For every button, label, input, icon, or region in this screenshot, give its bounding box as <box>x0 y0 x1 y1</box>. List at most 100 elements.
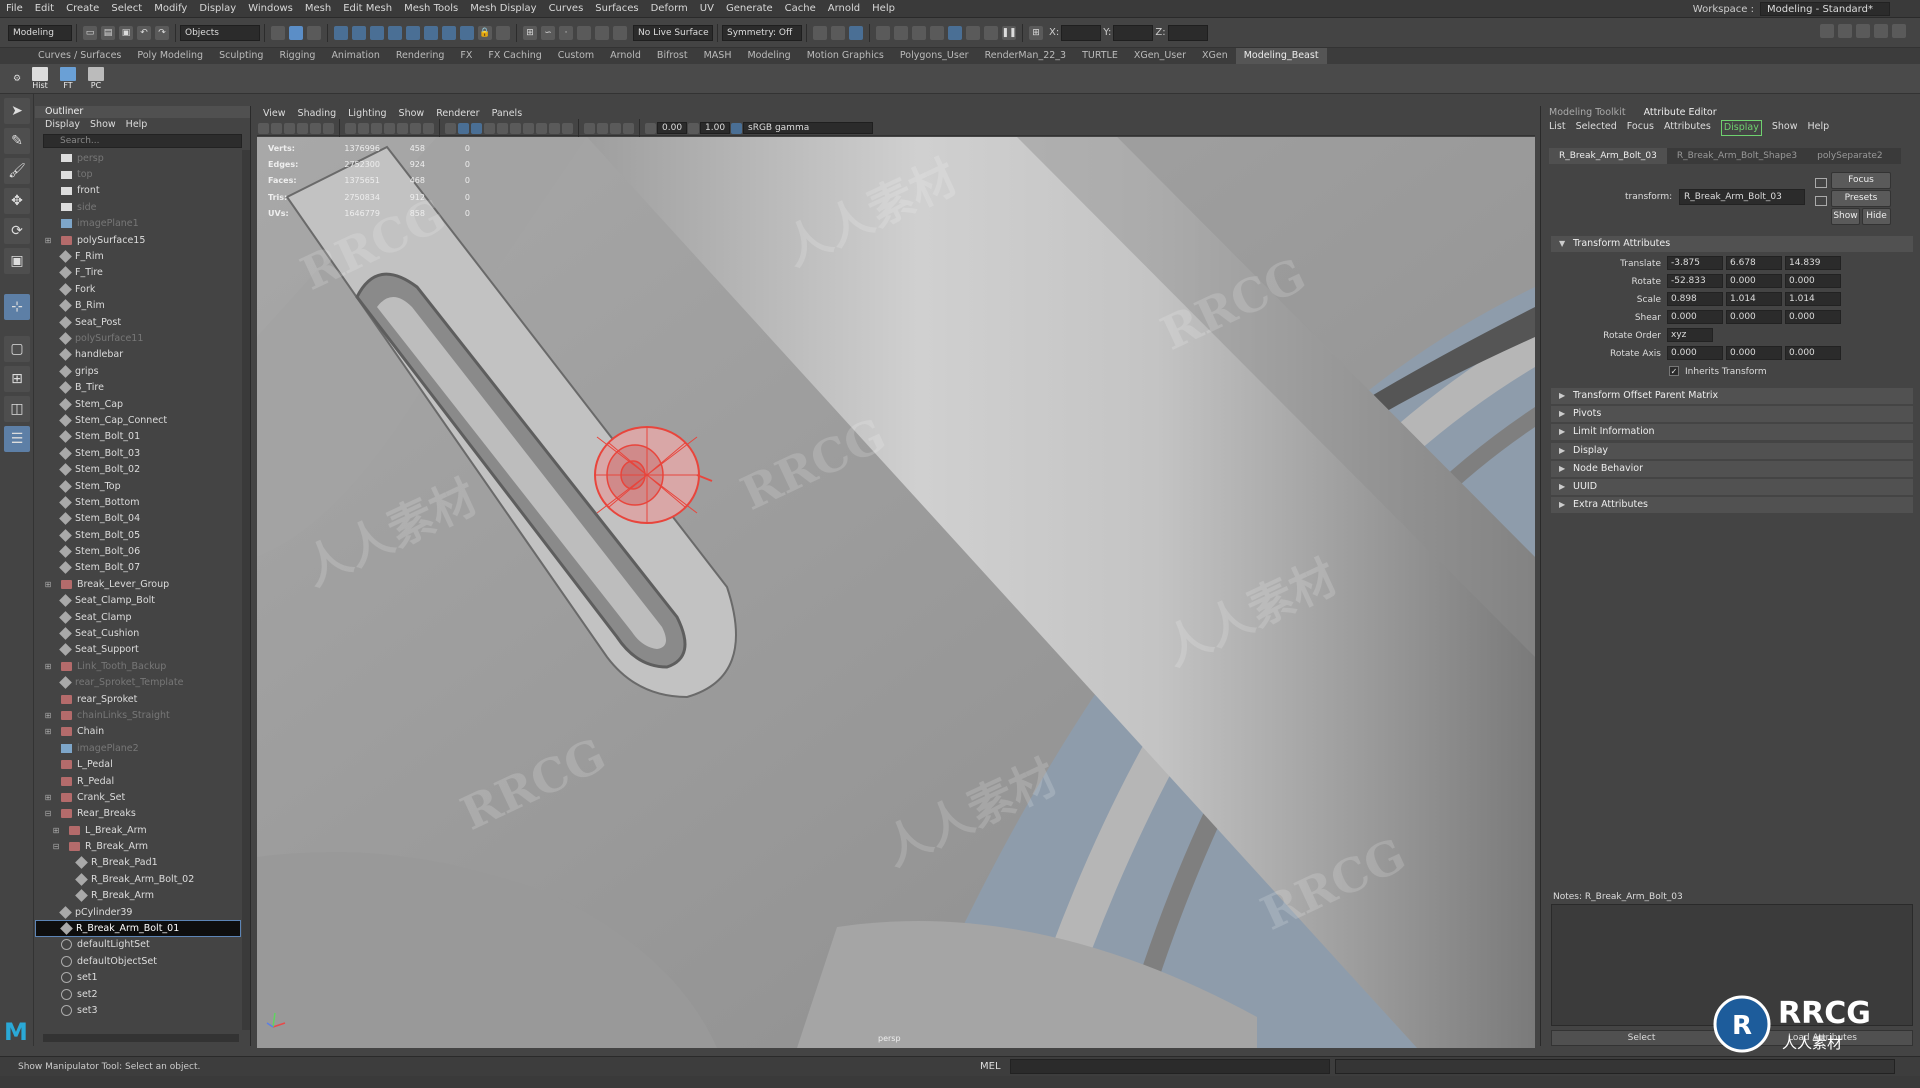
exposure-field[interactable]: 0.00 <box>657 122 687 134</box>
viewport-menu-panels[interactable]: Panels <box>486 106 529 121</box>
gate-mask-icon[interactable] <box>384 122 395 134</box>
render-settings-icon[interactable] <box>930 25 944 40</box>
menu-help[interactable]: Help <box>866 0 901 17</box>
attribute-editor-menu-attributes[interactable]: Attributes <box>1664 120 1711 136</box>
expand-toggle-icon[interactable]: ⊞ <box>43 236 53 245</box>
outliner-item[interactable]: defaultLightSet <box>35 937 241 953</box>
collapsed-section-node-behavior[interactable]: ▶ Node Behavior <box>1551 460 1913 477</box>
outliner-item[interactable]: ⊞ polySurface15 <box>35 232 241 248</box>
outliner-item[interactable]: ⊞ Crank_Set <box>35 789 241 805</box>
rotate-axis-x-field[interactable]: 0.000 <box>1667 346 1723 360</box>
color-management-icon[interactable] <box>731 122 742 134</box>
film-gate-icon[interactable] <box>358 122 369 134</box>
outliner-item[interactable]: B_Tire <box>35 379 241 395</box>
outliner-item[interactable]: front <box>35 183 241 199</box>
symmetry-dropdown[interactable]: Symmetry: Off <box>722 24 802 41</box>
transform-attributes-section[interactable]: ▼ Transform Attributes <box>1551 236 1913 252</box>
scale-x-field[interactable]: 0.898 <box>1667 292 1723 306</box>
depth-of-field-icon[interactable] <box>562 122 573 134</box>
translate-y-field[interactable]: 6.678 <box>1726 256 1782 270</box>
wireframe-on-shaded-icon[interactable] <box>471 122 482 134</box>
menu-uv[interactable]: UV <box>694 0 720 17</box>
menu-mesh-display[interactable]: Mesh Display <box>464 0 542 17</box>
outliner-item[interactable]: Stem_Bolt_07 <box>35 560 241 576</box>
node-tab[interactable]: poly <box>1893 148 1901 164</box>
outliner-item[interactable]: Stem_Bolt_02 <box>35 461 241 477</box>
outliner-item[interactable]: Seat_Clamp <box>35 609 241 625</box>
inherits-transform-checkbox[interactable]: ✓ <box>1669 366 1679 376</box>
shelf-tab-renderman-22-3[interactable]: RenderMan_22_3 <box>977 48 1075 64</box>
textured-icon[interactable] <box>484 122 495 134</box>
collapsed-section-limit-information[interactable]: ▶ Limit Information <box>1551 424 1913 441</box>
redo-icon[interactable]: ↷ <box>155 25 169 40</box>
snap-view-plane-icon[interactable] <box>595 25 609 40</box>
select-hierarchy-icon[interactable] <box>271 25 285 40</box>
tab-attribute-editor[interactable]: Attribute Editor <box>1644 106 1717 120</box>
toggle-attribute-editor-icon[interactable] <box>1856 24 1870 38</box>
toggle-tool-settings-icon[interactable] <box>1874 24 1888 38</box>
sign-in-icon[interactable] <box>1820 24 1834 38</box>
outliner-menu-show[interactable]: Show <box>90 118 116 132</box>
outliner-item[interactable]: ⊟ Rear_Breaks <box>35 806 241 822</box>
outliner-item[interactable]: side <box>35 199 241 215</box>
attribute-editor-menu-help[interactable]: Help <box>1808 120 1830 136</box>
wireframe-icon[interactable] <box>445 122 456 134</box>
outliner-item[interactable]: imagePlane1 <box>35 216 241 232</box>
shelf-tab-turtle[interactable]: TURTLE <box>1074 48 1126 64</box>
coord-y-field[interactable] <box>1113 24 1154 41</box>
viewport-menu-lighting[interactable]: Lighting <box>342 106 392 121</box>
menu-deform[interactable]: Deform <box>645 0 694 17</box>
2d-pan-zoom-icon[interactable] <box>310 122 321 134</box>
outliner-layout-icon[interactable]: ☰ <box>4 426 30 452</box>
isolate-select-icon[interactable] <box>584 122 595 134</box>
expand-toggle-icon[interactable]: ⊞ <box>43 793 53 802</box>
outliner-item[interactable]: Fork <box>35 281 241 297</box>
expand-toggle-icon[interactable]: ⊞ <box>51 826 61 835</box>
safe-action-icon[interactable] <box>410 122 421 134</box>
selection-mode-dropdown[interactable]: Objects <box>180 24 260 41</box>
shelf-tab-xgen-user[interactable]: XGen_User <box>1126 48 1194 64</box>
ipr-render-icon[interactable] <box>912 25 926 40</box>
menu-cache[interactable]: Cache <box>779 0 822 17</box>
collapsed-section-uuid[interactable]: ▶ UUID <box>1551 479 1913 495</box>
mel-command-input[interactable] <box>1010 1059 1330 1074</box>
bookmarks-icon[interactable] <box>284 122 295 134</box>
shelf-ft-button[interactable]: FT <box>57 65 79 93</box>
construction-history-icon[interactable] <box>813 25 827 40</box>
select-by-joint-icon[interactable] <box>352 25 366 40</box>
resolution-gate-icon[interactable] <box>371 122 382 134</box>
menu-create[interactable]: Create <box>60 0 105 17</box>
lasso-tool-icon[interactable]: ✎ <box>4 128 30 154</box>
outliner-item[interactable]: pCylinder39 <box>35 904 241 920</box>
menu-edit[interactable]: Edit <box>29 0 60 17</box>
image-plane-icon[interactable] <box>297 122 308 134</box>
menu-surfaces[interactable]: Surfaces <box>589 0 644 17</box>
save-scene-icon[interactable]: ▣ <box>119 25 133 40</box>
focus-button[interactable]: Focus <box>1831 172 1891 189</box>
outliner-item[interactable]: grips <box>35 363 241 379</box>
outliner-item[interactable]: ⊟ R_Break_Arm <box>35 838 241 854</box>
outliner-item[interactable]: Seat_Post <box>35 314 241 330</box>
transform-name-field[interactable]: R_Break_Arm_Bolt_03 <box>1679 189 1805 205</box>
select-object-icon[interactable] <box>289 25 303 40</box>
view-transform-dropdown[interactable]: sRGB gamma <box>743 122 873 134</box>
shelf-tab-animation[interactable]: Animation <box>323 48 387 64</box>
safe-title-icon[interactable] <box>423 122 434 134</box>
select-by-misc-icon[interactable] <box>460 25 474 40</box>
outliner-item[interactable]: polySurface11 <box>35 330 241 346</box>
outliner-item[interactable]: imagePlane2 <box>35 740 241 756</box>
outliner-item[interactable]: R_Pedal <box>35 773 241 789</box>
outliner-horizontal-scrollbar[interactable] <box>43 1034 239 1042</box>
shear-y-field[interactable]: 0.000 <box>1726 310 1782 324</box>
xray-joints-icon[interactable] <box>610 122 621 134</box>
outliner-item[interactable]: R_Break_Arm_Bolt_02 <box>35 871 241 887</box>
tab-modeling-toolkit[interactable]: Modeling Toolkit <box>1549 106 1626 120</box>
outliner-item[interactable]: F_Rim <box>35 248 241 264</box>
expand-toggle-icon[interactable]: ⊞ <box>43 580 53 589</box>
shelf-tab-sculpting[interactable]: Sculpting <box>211 48 271 64</box>
shelf-tab-mash[interactable]: MASH <box>696 48 740 64</box>
shelf-hist-button[interactable]: Hist <box>29 65 51 93</box>
menu-set-dropdown[interactable]: Modeling <box>8 24 72 41</box>
coord-z-field[interactable] <box>1167 24 1208 41</box>
select-button[interactable]: Select <box>1551 1030 1732 1046</box>
